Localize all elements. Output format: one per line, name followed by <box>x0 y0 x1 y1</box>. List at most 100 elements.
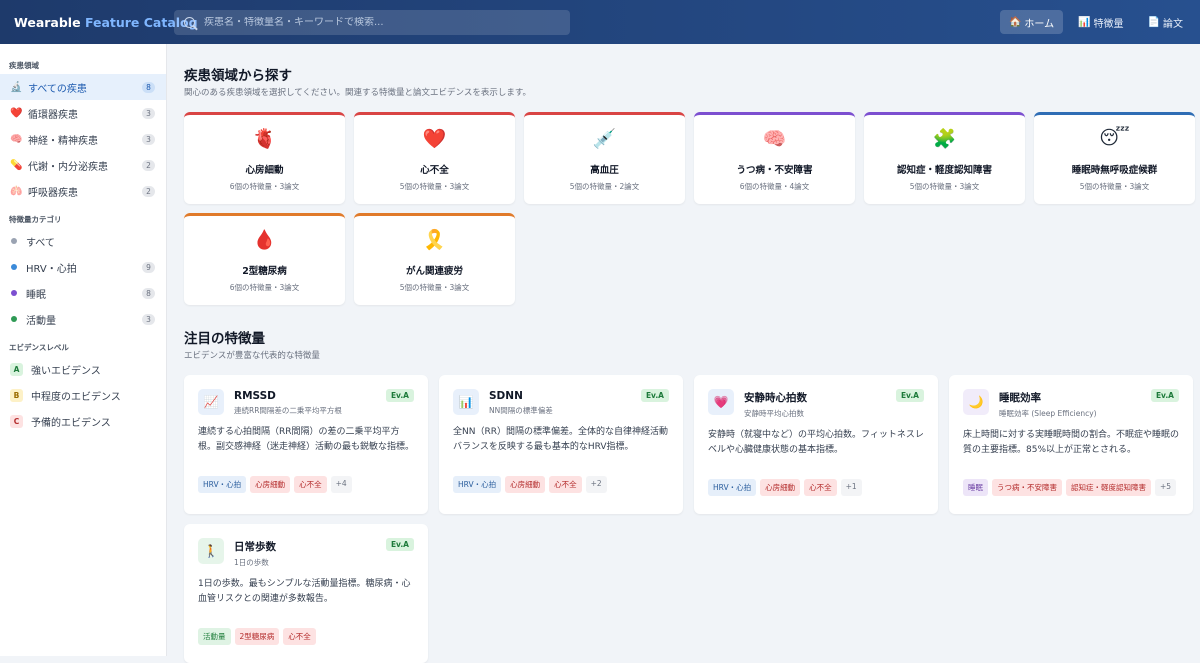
feature-tags: HRV・心拍 心房細動 心不全 +1 <box>708 479 924 496</box>
tag-chip[interactable]: 心不全 <box>549 476 582 493</box>
heart-icon: ❤️ <box>10 107 23 119</box>
count-badge: 3 <box>142 313 155 325</box>
sidebar-heading-categories: 特徴量カテゴリ <box>9 215 62 224</box>
disease-name: うつ病・不安障害 <box>736 165 813 176</box>
feature-name: RMSSD <box>234 390 276 402</box>
disease-meta: 5個の特徴量・3論文 <box>909 182 980 191</box>
feature-name: 日常歩数 <box>234 541 276 553</box>
feature-subtitle: 連続RR間隔差の二乗平均平方根 <box>234 406 342 415</box>
feature-description: 連続する心拍間隔（RR間隔）の差の二乗平均平方根。副交感神経（迷走神経）活動の最… <box>198 427 414 452</box>
sidebar-disease-item[interactable]: 💊 代謝・内分泌疾患 2 <box>0 152 166 178</box>
feature-card[interactable]: 💗 安静時心拍数 安静時平均心拍数 Ev.A 安静時（就寝中など）の平均心拍数。フィット… <box>694 375 938 514</box>
tag-chip[interactable]: +5 <box>1155 479 1177 496</box>
disease-name: 睡眠時無呼吸症候群 <box>1071 165 1158 176</box>
chart-increasing-icon: 📈 <box>198 389 224 415</box>
brain-icon: 🧠 <box>10 133 23 145</box>
evidence-badge: Ev.A <box>640 389 669 402</box>
nav-papers[interactable]: 📄 論文 <box>1139 10 1192 34</box>
sidebar-item-label: 睡眠 <box>26 289 46 301</box>
disease-card[interactable]: 🩸 2型糖尿病 6個の特徴量・3論文 <box>184 213 345 305</box>
feature-card-header: 🚶 日常歩数 1日の歩数 Ev.A <box>198 538 414 568</box>
sidebar-item-label: 活動量 <box>26 315 56 327</box>
document-icon: 📄 <box>1147 16 1160 28</box>
tag-chip[interactable]: 心不全 <box>804 479 837 496</box>
disease-card[interactable]: 🎗️ がん関連疲労 5個の特徴量・3論文 <box>354 213 515 305</box>
tag-chip[interactable]: 認知症・軽度認知障害 <box>1066 479 1151 496</box>
sidebar-item-label: すべて <box>26 237 55 249</box>
search-input[interactable] <box>204 16 554 28</box>
category-dot-icon <box>11 238 17 244</box>
tag-chip[interactable]: うつ病・不安障害 <box>992 479 1062 496</box>
feature-tags: 活動量 2型糖尿病 心不全 <box>198 628 414 645</box>
disease-grid: 🫀 心房細動 6個の特徴量・3論文 ❤️ 心不全 5個の特徴量・3論文 💉 高血圧 5個の特徴量… <box>184 112 1200 305</box>
disease-card[interactable]: 💉 高血圧 5個の特徴量・2論文 <box>524 112 685 204</box>
feature-name: SDNN <box>489 390 523 402</box>
ribbon-icon: 🎗️ <box>422 229 447 251</box>
disease-card[interactable]: 🫀 心房細動 6個の特徴量・3論文 <box>184 112 345 204</box>
tag-chip[interactable]: 心不全 <box>294 476 327 493</box>
sidebar-category-item[interactable]: HRV・心拍 9 <box>0 254 166 280</box>
sidebar-item-label: 予備的エビデンス <box>31 417 111 429</box>
feature-description: 床上時間に対する実睡眠時間の割合。不眠症や睡眠の質の主要指標。85%以上が正常と… <box>963 430 1179 455</box>
tag-chip[interactable]: +4 <box>330 476 352 493</box>
sidebar-evidence-item[interactable]: C 予備的エビデンス <box>0 408 166 434</box>
tag-chip[interactable]: +1 <box>840 479 862 496</box>
sidebar-category-item[interactable]: 睡眠 8 <box>0 280 166 306</box>
feature-titles: RMSSD 連続RR間隔差の二乗平均平方根 <box>234 389 386 416</box>
tag-chip[interactable]: HRV・心拍 <box>198 476 247 493</box>
home-icon: 🏠 <box>1008 16 1022 28</box>
feature-card[interactable]: 🌙 睡眠効率 睡眠効率 (Sleep Efficiency) Ev.A 床上時間に対する… <box>949 375 1193 514</box>
disease-meta: 5個の特徴量・3論文 <box>399 182 470 191</box>
evidence-badge: Ev.A <box>895 389 924 402</box>
app-logo[interactable]: Wearable Feature Catalog <box>0 14 198 30</box>
nav-home[interactable]: 🏠 ホーム <box>999 10 1064 34</box>
syringe-icon: 💉 <box>592 128 617 150</box>
brain-icon: 🧠 <box>762 128 787 150</box>
feature-card[interactable]: 📈 RMSSD 連続RR間隔差の二乗平均平方根 Ev.A 連続する心拍間隔（RR間隔）の… <box>184 375 428 514</box>
heart-icon: ❤️ <box>422 128 447 150</box>
tag-chip[interactable]: 2型糖尿病 <box>234 628 280 645</box>
sidebar-evidence-item[interactable]: A 強いエビデンス <box>0 356 166 382</box>
tag-chip[interactable]: +2 <box>585 476 607 493</box>
disease-card[interactable]: ❤️ 心不全 5個の特徴量・3論文 <box>354 112 515 204</box>
evidence-badge: Ev.A <box>385 389 414 402</box>
feature-subtitle: NN間隔の標準偏差 <box>489 406 553 415</box>
tag-chip[interactable]: HRV・心拍 <box>708 479 757 496</box>
disease-card[interactable]: 😴 睡眠時無呼吸症候群 5個の特徴量・3論文 <box>1034 112 1195 204</box>
count-badge: 9 <box>142 261 155 273</box>
sidebar-item-label: 中程度のエビデンス <box>31 391 121 403</box>
sidebar-disease-item[interactable]: 🫁 呼吸器疾患 2 <box>0 178 166 204</box>
sidebar-heading-evidence: エビデンスレベル <box>9 343 69 352</box>
top-header: Wearable Feature Catalog 🏠ホーム📊特徴量 📄論文 <box>0 0 1200 44</box>
disease-card[interactable]: 🧠 うつ病・不安障害 6個の特徴量・4論文 <box>694 112 855 204</box>
sidebar-disease-item[interactable]: 🔬 すべての疾患 8 <box>0 74 166 100</box>
sidebar-evidence-item[interactable]: B 中程度のエビデンス <box>0 382 166 408</box>
feature-card[interactable]: 📊 SDNN NN間隔の標準偏差 Ev.A 全NN（RR）間隔の標準偏差。全体的な自律神… <box>439 375 683 514</box>
tag-chip[interactable]: HRV・心拍 <box>453 476 502 493</box>
tag-chip[interactable]: 心房細動 <box>250 476 291 493</box>
feature-tags: HRV・心拍 心房細動 心不全 +2 <box>453 476 669 493</box>
sidebar-disease-item[interactable]: 🧠 神経・精神疾患 3 <box>0 126 166 152</box>
evidence-level-badge: A <box>10 362 23 376</box>
feature-tags: 睡眠 うつ病・不安障害 認知症・軽度認知障害 +5 <box>963 479 1179 496</box>
sidebar-item-label: HRV・心拍 <box>26 263 77 275</box>
nav-features[interactable]: 📊 特徴量 <box>1069 10 1132 34</box>
count-badge: 3 <box>142 133 155 145</box>
logo-main: Wearable <box>14 14 81 30</box>
feature-card[interactable]: 🚶 日常歩数 1日の歩数 Ev.A 1日の歩数。最もシンプルな活動量指標。糖尿病・心血管… <box>184 524 428 663</box>
disease-name: がん関連疲労 <box>405 266 463 277</box>
disease-card[interactable]: 🧩 認知症・軽度認知障害 5個の特徴量・3論文 <box>864 112 1025 204</box>
sidebar-item-label: 代謝・内分泌疾患 <box>28 161 108 173</box>
evidence-level-badge: C <box>10 414 23 428</box>
tag-chip[interactable]: 心房細動 <box>760 479 801 496</box>
feature-titles: 安静時心拍数 安静時平均心拍数 <box>744 389 896 419</box>
tag-chip[interactable]: 活動量 <box>198 628 231 645</box>
feature-description: 安静時（就寝中など）の平均心拍数。フィットネスレベルや心臓健康状態の基本指標。 <box>708 430 924 455</box>
tag-chip[interactable]: 心房細動 <box>505 476 546 493</box>
tag-chip[interactable]: 睡眠 <box>963 479 988 496</box>
tag-chip[interactable]: 心不全 <box>283 628 316 645</box>
lungs-icon: 🫁 <box>10 185 23 197</box>
sidebar-category-item[interactable]: 活動量 3 <box>0 306 166 332</box>
sidebar-disease-item[interactable]: ❤️ 循環器疾患 3 <box>0 100 166 126</box>
sidebar-category-item[interactable]: すべて <box>0 228 166 254</box>
